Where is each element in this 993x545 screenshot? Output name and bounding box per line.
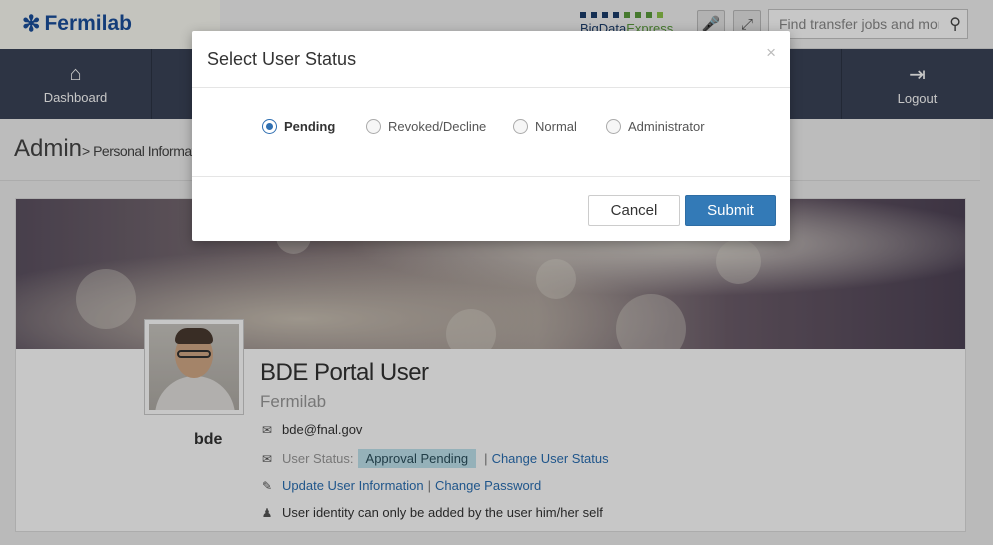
- modal-body: Pending Revoked/Decline Normal Administr…: [192, 88, 790, 177]
- radio-normal[interactable]: Normal: [513, 119, 577, 134]
- submit-button[interactable]: Submit: [685, 195, 776, 226]
- radio-revoked-decline[interactable]: Revoked/Decline: [366, 119, 486, 134]
- radio-administrator[interactable]: Administrator: [606, 119, 705, 134]
- modal-header: Select User Status ×: [192, 31, 790, 88]
- select-user-status-dialog: Select User Status × Pending Revoked/Dec…: [192, 31, 790, 241]
- radio-label: Pending: [284, 119, 336, 134]
- radio-label: Administrator: [628, 119, 705, 134]
- radio-button-icon[interactable]: [513, 119, 528, 134]
- radio-pending[interactable]: Pending: [262, 119, 335, 134]
- close-icon[interactable]: ×: [766, 43, 776, 63]
- cancel-button[interactable]: Cancel: [588, 195, 680, 226]
- radio-button-icon[interactable]: [366, 119, 381, 134]
- radio-button-icon[interactable]: [262, 119, 277, 134]
- radio-button-icon[interactable]: [606, 119, 621, 134]
- radio-label: Normal: [535, 119, 577, 134]
- modal-title: Select User Status: [207, 49, 357, 69]
- radio-label: Revoked/Decline: [388, 119, 487, 134]
